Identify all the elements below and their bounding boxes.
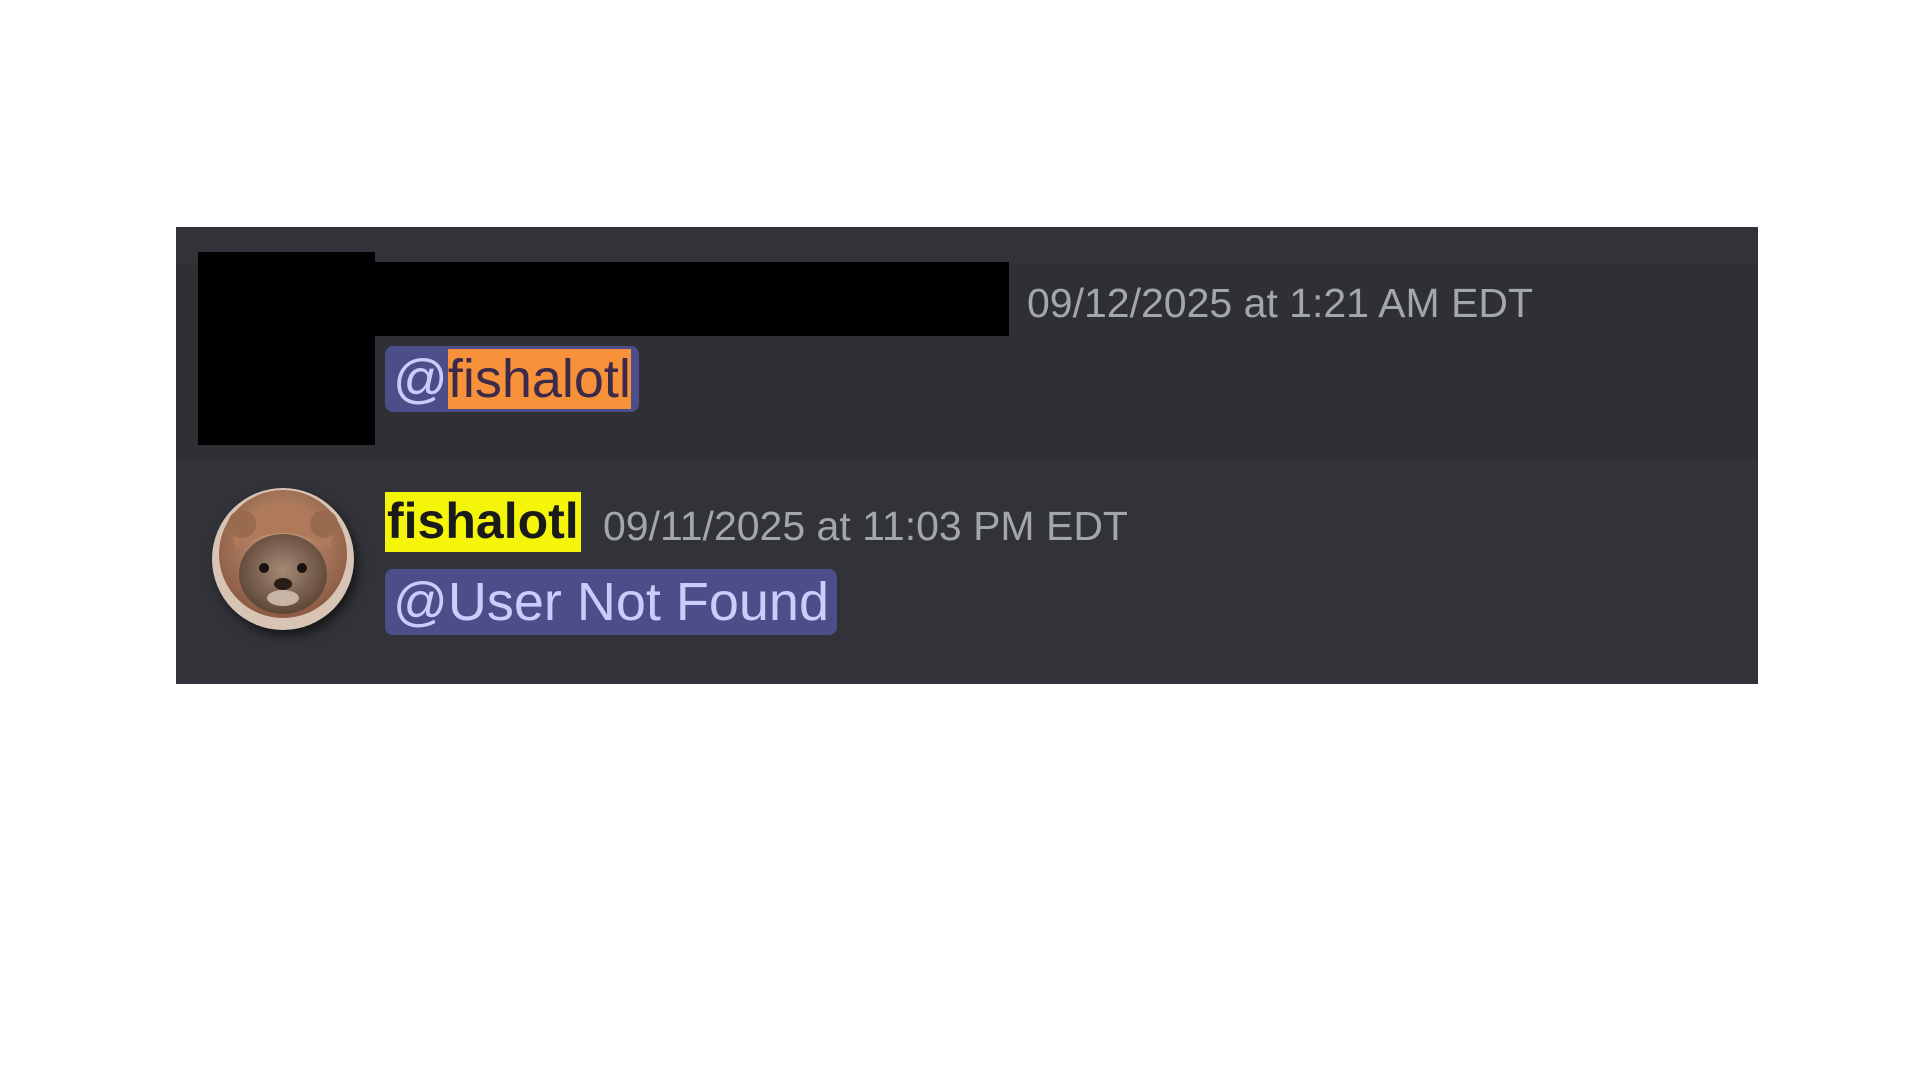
highlighted-mention-name: fishalotl [447,349,631,409]
otter-avatar-icon[interactable] [212,488,354,630]
chat-panel: 09/12/2025 at 1:21 AM EDT @fishalotl fis… [176,227,1758,684]
message-timestamp: 09/12/2025 at 1:21 AM EDT [1027,280,1533,326]
redacted-avatar [198,252,375,445]
user-mention[interactable]: @fishalotl [385,346,639,412]
message-author[interactable]: fishalotl [385,492,581,552]
user-mention[interactable]: @User Not Found [385,569,837,635]
mention-prefix: @ [393,349,448,409]
message-timestamp: 09/11/2025 at 11:03 PM EDT [603,503,1128,549]
redacted-username [375,262,1009,336]
message-separator [176,227,1758,265]
message-1: 09/12/2025 at 1:21 AM EDT @fishalotl [176,227,1758,459]
